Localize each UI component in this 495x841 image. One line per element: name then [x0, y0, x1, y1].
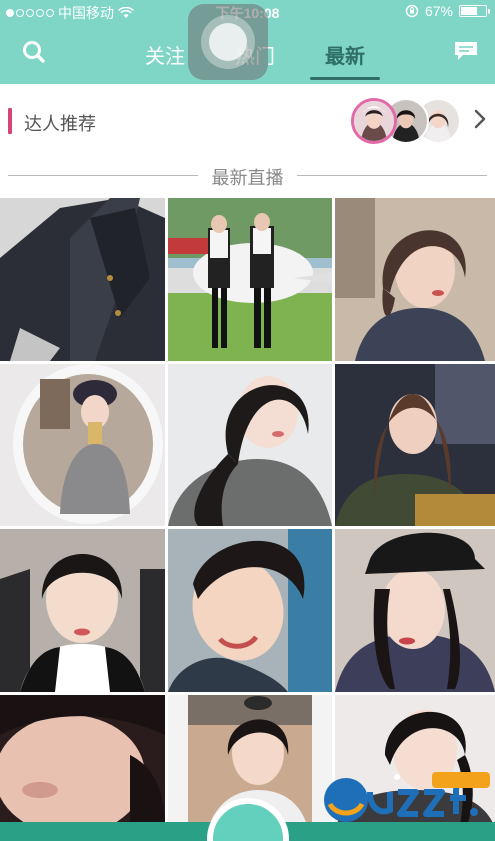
live-thumbnail-portrait[interactable] [0, 529, 165, 692]
live-thumbnail-portrait[interactable] [335, 364, 495, 526]
section-accent-bar [8, 108, 12, 134]
live-thumbnail-closeup[interactable] [0, 695, 165, 828]
message-icon[interactable] [453, 40, 479, 62]
divider-line [297, 175, 487, 176]
live-stream-grid [0, 198, 495, 828]
live-thumbnail-portrait[interactable] [168, 364, 332, 526]
app-header: 中国移动 下午10:08 67% 关注 热 [0, 0, 495, 84]
live-thumbnail-helicopter[interactable] [168, 198, 332, 361]
search-icon[interactable] [20, 38, 48, 66]
status-right: 67% [405, 3, 490, 19]
tab-latest[interactable]: 最新 [310, 24, 380, 84]
battery-percent: 67% [424, 3, 453, 19]
live-thumbnail-mirror-selfie[interactable] [0, 364, 165, 526]
expert-avatars [351, 98, 461, 144]
uzzf-watermark-logo [324, 772, 490, 822]
live-thumbnail-portrait[interactable] [168, 529, 332, 692]
section-title: 最新直播 [211, 168, 284, 188]
rotation-lock-icon [405, 4, 419, 18]
expert-recommend-row[interactable]: 达人推荐 [0, 96, 495, 148]
battery-icon [459, 5, 490, 17]
live-thumbnail-denim-jacket[interactable] [0, 198, 165, 361]
assistive-touch-button[interactable] [188, 4, 268, 80]
chevron-right-icon[interactable] [473, 108, 487, 130]
section-header: 最新直播 [0, 160, 495, 190]
avatar[interactable] [351, 98, 397, 144]
expert-recommend-title: 达人推荐 [24, 114, 96, 134]
live-thumbnail-cap-portrait[interactable] [335, 529, 495, 692]
live-thumbnail-portrait[interactable] [335, 198, 495, 361]
battery-fill [461, 7, 478, 15]
